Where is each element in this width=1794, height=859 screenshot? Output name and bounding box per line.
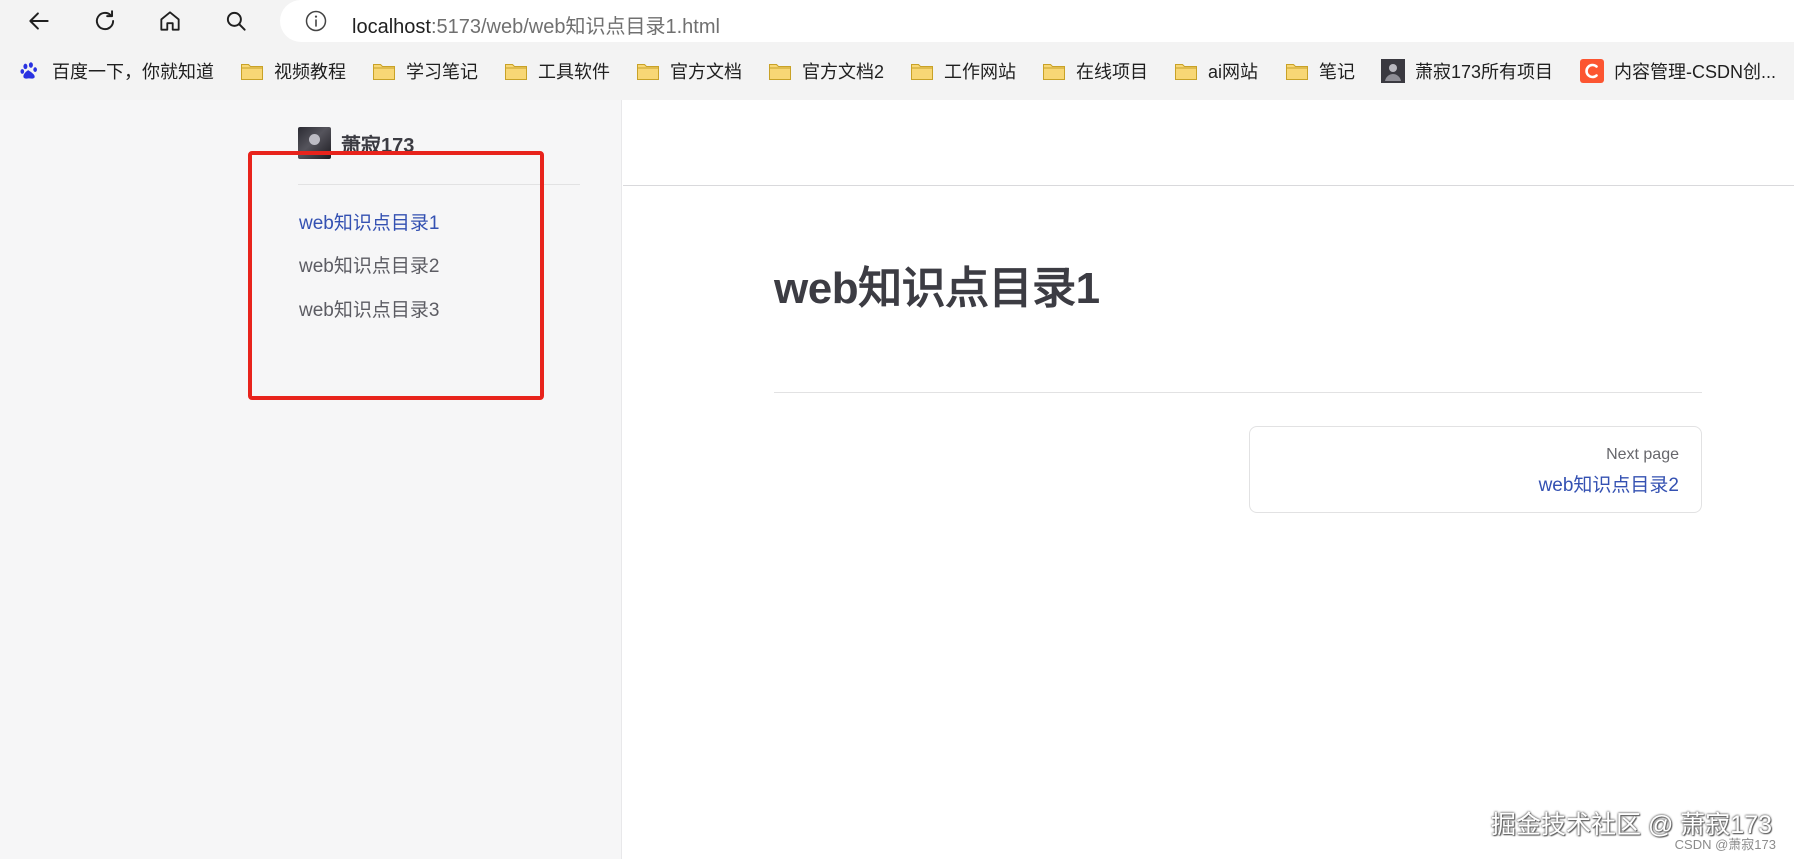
- page-title: web知识点目录1: [774, 264, 1100, 313]
- bookmark-folder-docs2[interactable]: 官方文档2: [768, 58, 884, 84]
- home-button[interactable]: [150, 1, 190, 41]
- bookmark-folder-videos[interactable]: 视频教程: [240, 58, 346, 84]
- bookmark-folder-work[interactable]: 工作网站: [910, 58, 1016, 84]
- folder-icon: [504, 60, 528, 82]
- bookmark-label: 笔记: [1319, 62, 1355, 82]
- site-info-icon[interactable]: [304, 9, 328, 33]
- search-icon: [226, 11, 246, 31]
- bookmark-folder-tools[interactable]: 工具软件: [504, 58, 610, 84]
- folder-icon: [372, 60, 396, 82]
- home-icon: [160, 11, 180, 31]
- bookmark-label: 学习笔记: [406, 62, 478, 82]
- reload-button[interactable]: [85, 1, 125, 41]
- search-button[interactable]: [216, 1, 256, 41]
- folder-icon: [910, 60, 934, 82]
- bookmark-label: 官方文档: [670, 62, 742, 82]
- back-arrow-icon: [29, 12, 49, 30]
- back-button[interactable]: [19, 1, 59, 41]
- url-host: localhost: [352, 16, 431, 38]
- bookmark-label: 视频教程: [274, 62, 346, 82]
- annotation-highlight-box: [248, 151, 544, 400]
- next-page-link[interactable]: Next page web知识点目录2: [1249, 426, 1702, 513]
- bookmark-label: 在线项目: [1076, 62, 1148, 82]
- bookmark-folder-notes[interactable]: 学习笔记: [372, 58, 478, 84]
- bookmark-folder-ai[interactable]: ai网站: [1174, 58, 1258, 84]
- folder-icon: [240, 60, 264, 82]
- folder-icon: [1174, 60, 1198, 82]
- bookmarks-bar: 百度一下，你就知道 视频教程 学习笔记 工具软件 官方文档 官方文档2 工作网站…: [0, 42, 1794, 100]
- next-page-desc: Next page: [1606, 446, 1679, 463]
- bookmark-folder-memo[interactable]: 笔记: [1285, 58, 1355, 84]
- csdn-icon: [1580, 59, 1604, 83]
- url-path: :5173/web/web知识点目录1.html: [430, 16, 720, 38]
- bookmark-label: ai网站: [1208, 62, 1259, 82]
- url-text[interactable]: localhost:5173/web/web知识点目录1.html: [352, 10, 720, 39]
- folder-icon: [768, 60, 792, 82]
- bookmark-folder-docs[interactable]: 官方文档: [636, 58, 742, 84]
- bookmark-label: 工具软件: [538, 62, 610, 82]
- folder-icon: [1042, 60, 1066, 82]
- top-nav-bar: [623, 100, 1794, 186]
- baidu-paw-icon: [18, 60, 42, 82]
- avatar-icon: [1381, 59, 1405, 83]
- bookmark-label: 工作网站: [944, 62, 1016, 82]
- bookmark-csdn[interactable]: 内容管理-CSDN创...: [1580, 58, 1776, 84]
- folder-icon: [636, 60, 660, 82]
- next-page-title: web知识点目录2: [1538, 475, 1679, 496]
- browser-toolbar: localhost:5173/web/web知识点目录1.html: [0, 0, 1794, 42]
- folder-icon: [1285, 60, 1309, 82]
- reload-icon: [95, 10, 115, 31]
- bookmark-all-projects[interactable]: 萧寂173所有项目: [1381, 58, 1553, 84]
- bookmark-label: 官方文档2: [802, 62, 885, 82]
- bookmark-label: 内容管理-CSDN创...: [1614, 62, 1776, 82]
- address-bar[interactable]: localhost:5173/web/web知识点目录1.html: [280, 0, 1794, 42]
- bookmark-label: 百度一下，你就知道: [52, 62, 214, 82]
- bookmark-folder-projects[interactable]: 在线项目: [1042, 58, 1148, 84]
- bookmark-label: 萧寂173所有项目: [1415, 62, 1554, 82]
- doc-footer-divider: [774, 392, 1702, 393]
- watermark-csdn: CSDN @萧寂173: [1674, 837, 1776, 852]
- bookmark-baidu[interactable]: 百度一下，你就知道: [18, 58, 214, 84]
